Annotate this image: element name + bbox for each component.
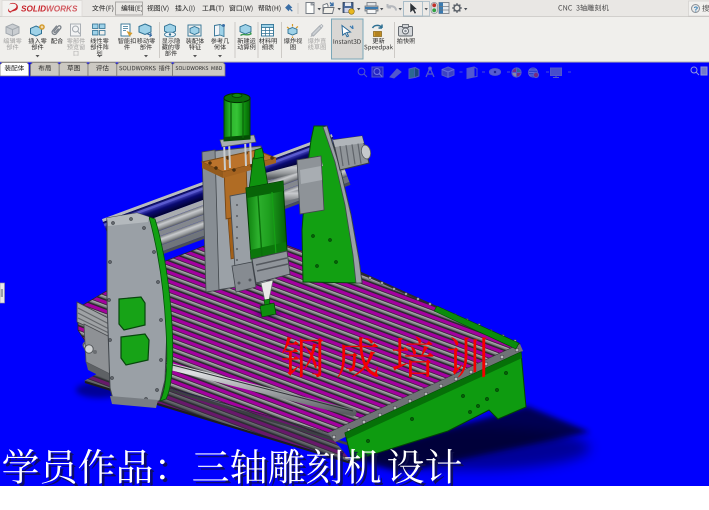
svg-text:?: ? [694,4,699,13]
svg-text:SOLIDWORKS: SOLIDWORKS [21,5,78,14]
